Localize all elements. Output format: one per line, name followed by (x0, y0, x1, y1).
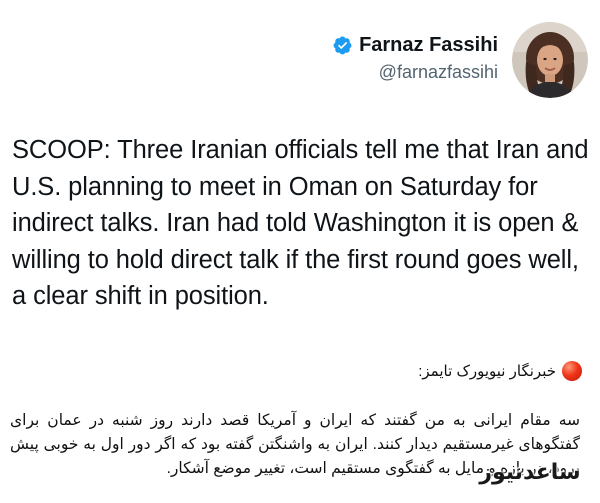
watermark-text: ساعدنیوز (479, 459, 581, 484)
source-label: خبرنگار نیویورک تایمز: (418, 363, 556, 380)
tweet-card: Farnaz Fassihi @farnazfassihi SCOOP: Thr… (0, 0, 600, 345)
author-name-row: Farnaz Fassihi (332, 34, 498, 57)
avatar[interactable] (512, 22, 588, 98)
author-info: Farnaz Fassihi @farnazfassihi (332, 22, 498, 83)
tweet-author[interactable]: Farnaz Fassihi @farnazfassihi (332, 22, 588, 98)
watermark-logo: ساعدنیوز (474, 452, 586, 492)
author-display-name[interactable]: Farnaz Fassihi (359, 34, 498, 57)
verified-badge-icon (332, 35, 353, 56)
tweet-text: SCOOP: Three Iranian officials tell me t… (12, 136, 589, 310)
source-line: خبرنگار نیویورک تایمز: (418, 361, 582, 381)
red-circle-icon (562, 361, 582, 381)
author-handle[interactable]: @farnazfassihi (379, 62, 498, 83)
